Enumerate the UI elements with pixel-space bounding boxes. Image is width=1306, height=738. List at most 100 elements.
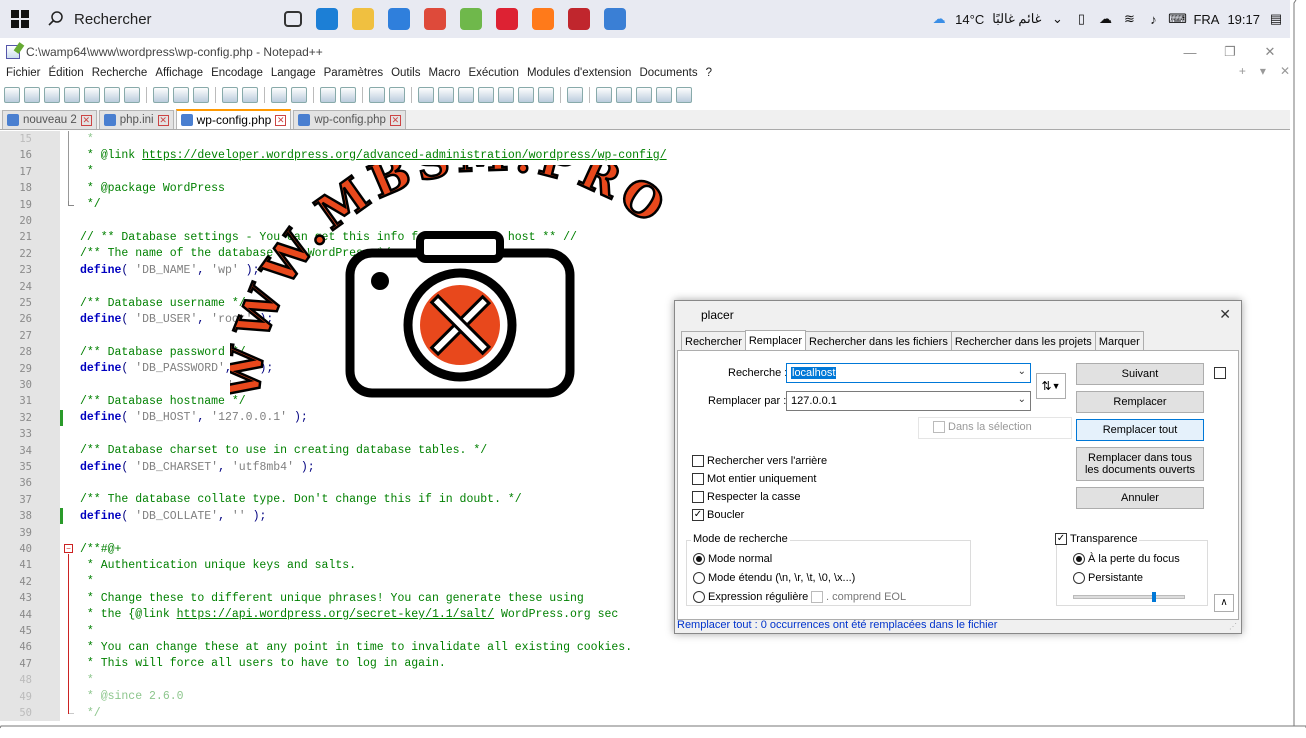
minimize-icon[interactable]: —	[1170, 40, 1210, 64]
taskbar-app-edge-icon[interactable]	[316, 8, 338, 30]
menu-item[interactable]: Exécution	[468, 67, 519, 79]
toolbar-button-icon[interactable]	[369, 87, 385, 103]
code-text[interactable]: * @package WordPress	[80, 182, 225, 195]
code-text[interactable]: define( 'DB_COLLATE', '' );	[80, 510, 266, 523]
replace-button[interactable]: Remplacer	[1076, 391, 1204, 413]
code-text[interactable]: * Authentication unique keys and salts.	[80, 559, 356, 572]
taskbar-app-app-blue-icon[interactable]	[604, 8, 626, 30]
taskbar-search[interactable]: Rechercher	[40, 0, 268, 38]
swap-button[interactable]: ⇅ ▼	[1036, 373, 1066, 399]
toolbar-button-icon[interactable]	[616, 87, 632, 103]
menu-item[interactable]: Encodage	[211, 67, 263, 79]
cancel-button[interactable]: Annuler	[1076, 487, 1204, 509]
toolbar-button-icon[interactable]	[389, 87, 405, 103]
toolbar-button-icon[interactable]	[222, 87, 238, 103]
trans-always-radio[interactable]: Persistante	[1073, 572, 1143, 584]
taskbar-app-task-view-icon[interactable]	[284, 11, 302, 27]
toolbar-button-icon[interactable]	[418, 87, 434, 103]
dialog-tab[interactable]: Rechercher dans les fichiers	[805, 331, 952, 351]
toolbar-button-icon[interactable]	[291, 87, 307, 103]
chevron-up-icon[interactable]: ⌄	[1049, 11, 1065, 26]
clock[interactable]: 19:17	[1227, 12, 1260, 27]
menu-item[interactable]: Affichage	[155, 67, 203, 79]
code-text[interactable]: /** Database username */	[80, 297, 246, 310]
toolbar-button-icon[interactable]	[4, 87, 20, 103]
toolbar-button-icon[interactable]	[271, 87, 287, 103]
code-text[interactable]: // ** Database settings - You can get th…	[80, 231, 577, 244]
menu-item[interactable]: Macro	[428, 67, 460, 79]
chevron-down-icon[interactable]: ⌄	[1018, 366, 1026, 377]
replace-all-button[interactable]: Remplacer tout	[1076, 419, 1204, 441]
taskbar-app-firefox-icon[interactable]	[532, 8, 554, 30]
mode-normal-radio[interactable]: Mode normal	[693, 553, 772, 565]
backward-checkbox[interactable]: Rechercher vers l'arrière	[692, 455, 827, 467]
close-tab-icon[interactable]: ✕	[389, 114, 401, 126]
code-text[interactable]: *	[80, 133, 94, 146]
code-text[interactable]: *	[80, 575, 94, 588]
code-text[interactable]: *	[80, 674, 94, 687]
toolbar-button-icon[interactable]	[242, 87, 258, 103]
toolbar-button-icon[interactable]	[193, 87, 209, 103]
plus-icon[interactable]: +	[1239, 64, 1246, 82]
toolbar-button-icon[interactable]	[676, 87, 692, 103]
toolbar-button-icon[interactable]	[24, 87, 40, 103]
code-link[interactable]: https://developer.wordpress.org/advanced…	[142, 149, 667, 162]
toolbar-button-icon[interactable]	[153, 87, 169, 103]
menu-item[interactable]: Paramètres	[324, 67, 383, 79]
taskbar-app-notepadpp-icon[interactable]	[460, 8, 482, 30]
wrap-around-checkbox[interactable]: ✓ Boucler	[692, 509, 744, 521]
menu-item[interactable]: Édition	[49, 67, 84, 79]
toolbar-button-icon[interactable]	[173, 87, 189, 103]
code-text[interactable]: * You can change these at any point in t…	[80, 641, 632, 654]
transparency-slider-thumb[interactable]	[1151, 592, 1156, 602]
code-text[interactable]: * Change these to different unique phras…	[80, 592, 584, 605]
matches-newline-checkbox[interactable]: . comprend EOL	[811, 591, 906, 603]
close-tab-icon[interactable]: ✕	[157, 114, 169, 126]
code-text[interactable]: */	[80, 198, 101, 211]
toolbar-button-icon[interactable]	[518, 87, 534, 103]
code-text[interactable]: *	[80, 165, 94, 178]
menu-item[interactable]: Modules d'extension	[527, 67, 631, 79]
close-icon[interactable]: ✕	[1219, 306, 1231, 323]
keyboard-icon[interactable]: ⌨	[1168, 11, 1187, 26]
code-text[interactable]: * @since 2.6.0	[80, 690, 184, 703]
taskbar-app-file-manager-icon[interactable]	[352, 8, 374, 30]
trans-on-lose-focus-radio[interactable]: À la perte du focus	[1073, 553, 1180, 565]
toolbar-button-icon[interactable]	[656, 87, 672, 103]
code-text[interactable]: define( 'DB_CHARSET', 'utf8mb4' );	[80, 461, 315, 474]
menu-item[interactable]: Outils	[391, 67, 420, 79]
code-link[interactable]: https://api.wordpress.org/secret-key/1.1…	[177, 608, 494, 621]
in-selection-checkbox[interactable]: Dans la sélection	[933, 421, 1032, 433]
dialog-tab[interactable]: Rechercher dans les projets	[950, 331, 1096, 351]
toolbar-button-icon[interactable]	[320, 87, 336, 103]
code-text[interactable]: /** Database password */	[80, 346, 246, 359]
toolbar-button-icon[interactable]	[64, 87, 80, 103]
volume-icon[interactable]: ♪	[1145, 12, 1161, 27]
close-icon[interactable]: ✕	[1250, 40, 1290, 64]
code-text[interactable]: define( 'DB_NAME', 'wp' );	[80, 264, 260, 277]
replace-all-open-docs-button[interactable]: Remplacer dans tous les documents ouvert…	[1076, 447, 1204, 481]
menu-item[interactable]: Recherche	[92, 67, 148, 79]
notification-icon[interactable]: ▤	[1268, 11, 1284, 26]
restore-icon[interactable]: ❐	[1210, 40, 1250, 64]
transparency-slider[interactable]	[1073, 592, 1185, 602]
close-tab-icon[interactable]: ✕	[80, 114, 92, 126]
toolbar-button-icon[interactable]	[458, 87, 474, 103]
dialog-tab[interactable]: Remplacer	[744, 330, 807, 351]
chevron-down-icon[interactable]: ▾	[1260, 64, 1266, 82]
toolbar-button-icon[interactable]	[478, 87, 494, 103]
toolbar-button-icon[interactable]	[596, 87, 612, 103]
code-text[interactable]: *	[80, 625, 94, 638]
code-text[interactable]: * This will force all users to have to l…	[80, 657, 446, 670]
toolbar-button-icon[interactable]	[438, 87, 454, 103]
mode-extended-radio[interactable]: Mode étendu (\n, \r, \t, \0, \x...)	[693, 572, 855, 584]
code-text[interactable]: define( 'DB_USER', 'root' );	[80, 313, 273, 326]
menu-item[interactable]: ?	[706, 67, 712, 79]
replace-input[interactable]: 127.0.0.1 ⌄	[786, 391, 1031, 411]
menu-item[interactable]: Documents	[639, 67, 697, 79]
menu-item[interactable]: Langage	[271, 67, 316, 79]
match-case-checkbox[interactable]: Respecter la casse	[692, 491, 801, 503]
next-option-checkbox[interactable]	[1214, 367, 1226, 379]
tab-wp-config-php[interactable]: wp-config.php ✕	[175, 109, 292, 129]
code-text[interactable]: define( 'DB_HOST', '127.0.0.1' );	[80, 411, 308, 424]
